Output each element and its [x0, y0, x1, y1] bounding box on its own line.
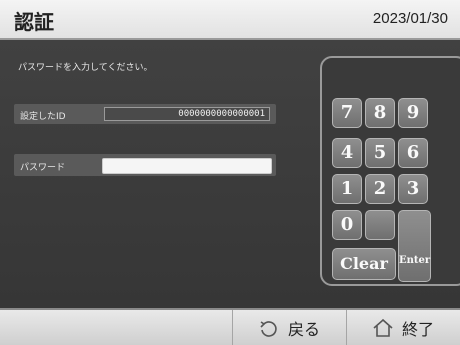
footer-bar: 戻る 終了 — [0, 308, 460, 345]
key-8[interactable]: 8 — [365, 98, 395, 128]
date-display: 2023/01/30 — [372, 10, 448, 27]
footer-empty-segment — [0, 310, 233, 345]
key-5[interactable]: 5 — [365, 138, 395, 168]
back-label: 戻る — [287, 319, 320, 339]
password-label: パスワード — [20, 163, 66, 173]
id-field: 0000000000000001 — [104, 107, 270, 121]
exit-label: 終了 — [401, 319, 434, 339]
undo-arrow-icon — [258, 318, 278, 338]
key-0[interactable]: 0 — [332, 210, 362, 240]
key-3[interactable]: 3 — [398, 174, 428, 204]
key-blank[interactable] — [365, 210, 395, 240]
home-icon — [372, 318, 393, 338]
key-1[interactable]: 1 — [332, 174, 362, 204]
key-6[interactable]: 6 — [398, 138, 428, 168]
key-9[interactable]: 9 — [398, 98, 428, 128]
numeric-keypad: 7 8 9 4 5 6 1 2 3 0 Clear Enter — [320, 56, 460, 286]
id-label: 設定したID — [20, 112, 66, 122]
page-title: 認証 — [14, 10, 54, 34]
clear-button[interactable]: Clear — [332, 248, 396, 280]
instruction-text: パスワードを入力してください。 — [18, 63, 153, 73]
key-7[interactable]: 7 — [332, 98, 362, 128]
header-bar: 認証 2023/01/30 — [0, 0, 460, 40]
password-input[interactable] — [102, 158, 272, 174]
auth-screen: 認証 2023/01/30 パスワードを入力してください。 設定したID 000… — [0, 0, 460, 345]
key-4[interactable]: 4 — [332, 138, 362, 168]
exit-button[interactable]: 終了 — [346, 310, 460, 345]
back-button[interactable]: 戻る — [232, 310, 346, 345]
key-2[interactable]: 2 — [365, 174, 395, 204]
enter-button[interactable]: Enter — [398, 210, 431, 282]
